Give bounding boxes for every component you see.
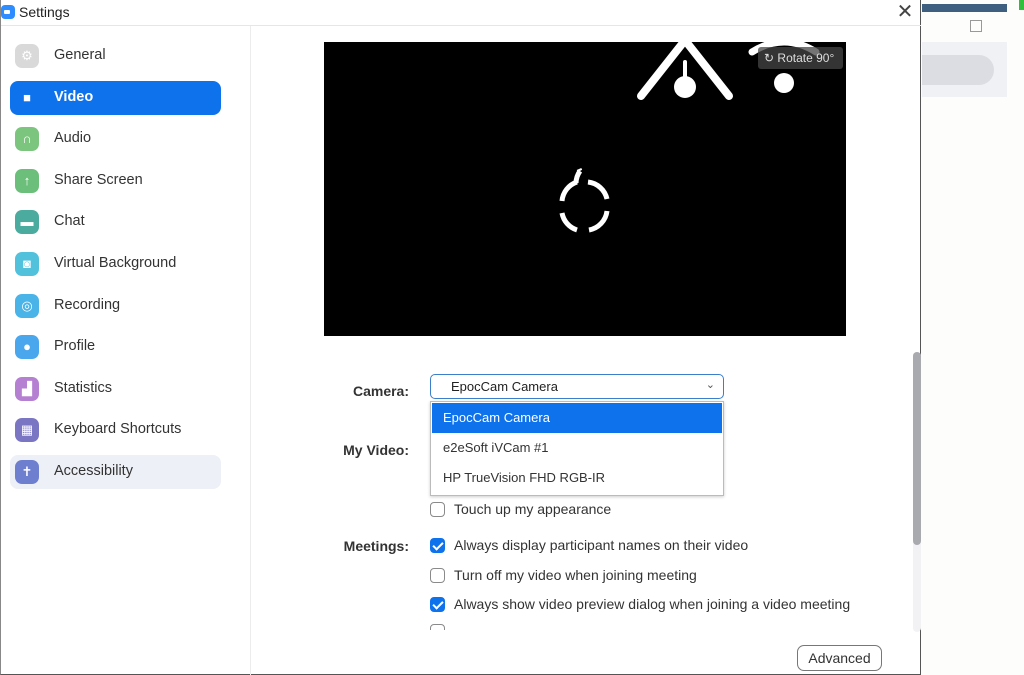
touch-up-label: Touch up my appearance [454,501,612,517]
person-frame-icon-glyph: ◙ [23,256,31,271]
sidebar-item-statistics[interactable]: ▟ Statistics [10,372,221,406]
sidebar-item-general[interactable]: ⚙ General [10,39,221,73]
camera-option[interactable]: HP TrueVision FHD RGB-IR [432,463,722,493]
sidebar-item-audio[interactable]: ∩ Audio [10,122,221,156]
sidebar-item-label: Share Screen [54,171,143,188]
camera-select-value: EpocCam Camera [451,379,558,394]
record-icon: ◎ [15,293,39,318]
settings-window: Settings ✕ ⚙ General ■ Video ∩ Audio ↑ Share Sc… [0,0,921,675]
sidebar-item-label: Audio [54,130,92,147]
clipped-option-row [430,622,690,630]
video-camera-icon: ■ [15,86,39,110]
background-window-indicator [1019,0,1024,10]
sidebar-item-label: General [54,47,106,63]
accessibility-icon: ✝ [15,460,39,484]
video-camera-icon-glyph: ■ [23,89,31,105]
profile-icon-glyph: ● [23,339,31,355]
accessibility-icon-glyph: ✝ [21,464,33,479]
display-names-checkbox[interactable] [430,538,445,553]
zoom-app-icon [1,5,15,19]
background-search-field[interactable] [922,55,994,85]
camera-dropdown-list: EpocCam Camera e2eSoft iVCam #1 HP TrueV… [430,401,724,496]
preview-overlay-graphics [559,42,820,233]
share-screen-icon: ↑ [15,168,39,193]
gear-icon: ⚙ [15,44,39,68]
bar-chart-icon-glyph: ▟ [22,380,32,396]
my-video-label: My Video: [343,442,409,458]
close-button[interactable]: ✕ [894,1,916,23]
background-maximize-icon[interactable] [970,20,982,32]
display-names-label: Always display participant names on thei… [454,537,749,553]
turn-off-video-checkbox[interactable] [430,568,445,583]
camera-label: Camera: [352,383,409,399]
gear-icon-glyph: ⚙ [21,48,33,63]
camera-option[interactable]: EpocCam Camera [432,403,722,433]
keyboard-icon: ▦ [15,418,39,443]
video-preview-dialog-checkbox[interactable] [430,597,445,612]
video-settings-panel: ↻ Rotate 90° Camera: EpocCam Camera ⌄ Ep… [252,26,921,675]
sidebar-item-label: Keyboard Shortcuts [54,421,182,438]
sidebar-item-share-screen[interactable]: ↑ Share Screen [10,164,221,198]
scrollbar-thumb[interactable] [913,352,921,545]
clipped-checkbox[interactable] [430,624,445,630]
chat-bubble-icon: ▬ [15,210,39,235]
camera-preview: ↻ Rotate 90° [324,42,846,336]
camera-option[interactable]: e2eSoft iVCam #1 [432,433,722,463]
rotate-icon: ↻ [764,51,775,65]
sidebar-item-label: Virtual Background [54,255,177,271]
person-frame-icon: ◙ [15,252,39,276]
rotate-label: Rotate 90° [777,51,835,65]
turn-off-video-label: Turn off my video when joining meeting [454,567,697,583]
video-preview-dialog-label: Always show video preview dialog when jo… [454,596,851,612]
sidebar-item-recording[interactable]: ◎ Recording [10,289,221,323]
touch-up-checkbox[interactable] [430,502,445,517]
bar-chart-icon: ▟ [15,376,39,401]
headphones-icon: ∩ [15,127,39,152]
background-window [920,0,1024,675]
sidebar-item-profile[interactable]: ● Profile [10,330,221,364]
sidebar-item-label: Accessibility [54,463,133,479]
sidebar-item-keyboard-shortcuts[interactable]: ▦ Keyboard Shortcuts [10,413,221,447]
record-icon-glyph: ◎ [21,297,33,313]
profile-icon: ● [15,335,39,360]
sidebar-item-virtual-background[interactable]: ◙ Virtual Background [10,247,221,281]
share-screen-icon-glyph: ↑ [23,172,31,188]
advanced-button[interactable]: Advanced [797,645,882,671]
background-window-titlebar [922,4,1007,12]
settings-sidebar: ⚙ General ■ Video ∩ Audio ↑ Share Screen ▬ Chat ◙ V… [1,26,251,675]
sidebar-item-label: Statistics [54,379,113,396]
sidebar-item-video[interactable]: ■ Video [10,80,221,115]
chevron-down-icon: ⌄ [705,379,715,391]
sidebar-item-label: Chat [54,213,85,230]
window-title: Settings [19,4,70,20]
sidebar-item-accessibility[interactable]: ✝ Accessibility [10,455,221,489]
sidebar-item-chat[interactable]: ▬ Chat [10,205,221,239]
meetings-label: Meetings: [343,538,409,554]
sidebar-item-label: Profile [54,338,96,355]
sidebar-item-label: Video [54,88,94,105]
sidebar-item-label: Recording [54,296,121,313]
title-bar: Settings ✕ [1,0,921,26]
rotate-90-button[interactable]: ↻ Rotate 90° [758,47,843,69]
loading-spinner-icon [559,167,610,233]
headphones-icon-glyph: ∩ [22,131,32,147]
camera-select[interactable]: EpocCam Camera ⌄ [430,374,724,399]
keyboard-icon-glyph: ▦ [20,422,34,438]
chat-bubble-icon-glyph: ▬ [20,214,34,230]
